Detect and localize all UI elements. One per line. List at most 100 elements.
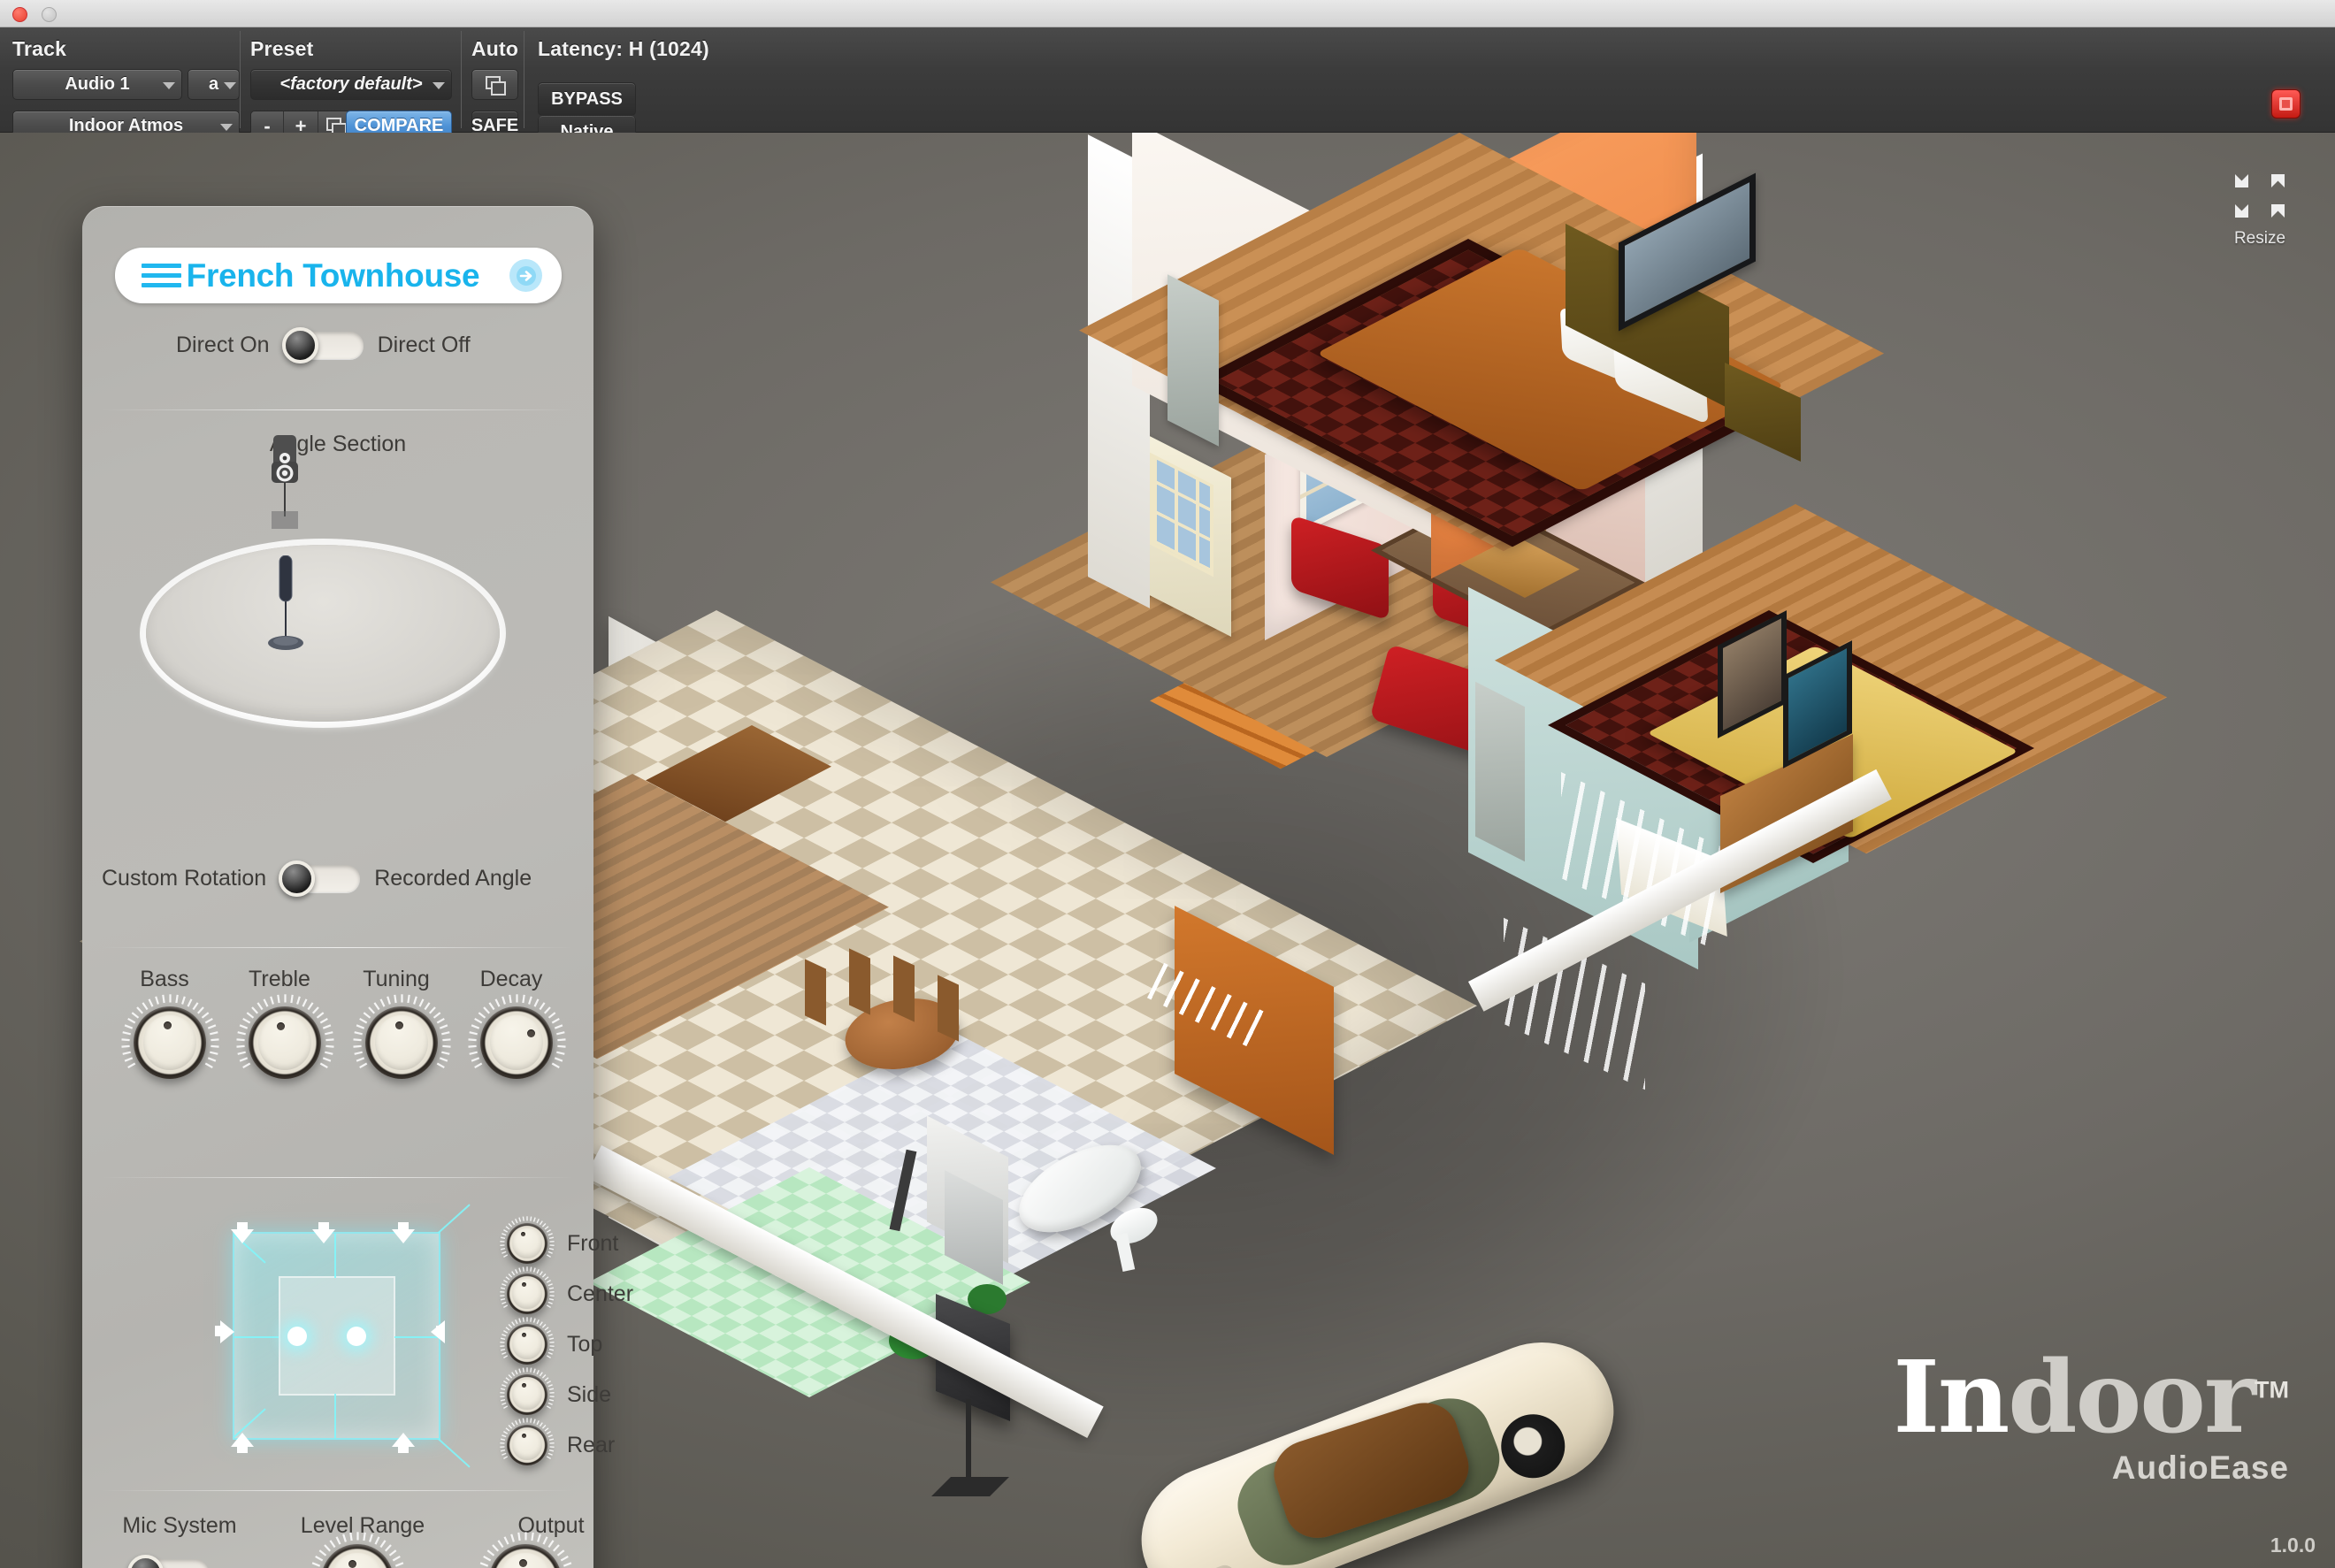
toolbar-divider (461, 31, 462, 128)
auto-copy-button[interactable] (471, 69, 518, 100)
section-divider (102, 409, 574, 410)
toggle-knob (279, 860, 316, 897)
knob-side[interactable] (500, 1367, 555, 1415)
direct-toggle-switch[interactable] (281, 327, 364, 363)
angle-section: Angle Section Custom Rotation Recorded A… (82, 432, 593, 945)
knob-face (490, 1014, 543, 1071)
channel-label-side: Side (567, 1381, 612, 1407)
product-name-suffix: door (2008, 1340, 2256, 1457)
angle-rotation-field[interactable] (146, 545, 500, 722)
knob-output[interactable] (479, 1531, 571, 1568)
knob-label-tuning: Tuning (363, 967, 430, 991)
recorded-angle-label: Recorded Angle (374, 866, 532, 891)
chevron-down-icon (163, 81, 175, 89)
latency-label: Latency: H (1024) (538, 37, 709, 60)
copy-icon (485, 75, 506, 96)
plugin-control-panel: French Townhouse Direct On Direct Off An… (82, 206, 633, 1568)
section-divider (102, 1490, 574, 1491)
channel-label-rear: Rear (567, 1432, 616, 1457)
knob-level-range[interactable] (311, 1531, 403, 1568)
knob-tuning[interactable] (353, 993, 451, 1079)
knob-label-treble: Treble (249, 967, 310, 991)
rotation-toggle-switch[interactable] (279, 860, 361, 897)
trademark-symbol: TM (2255, 1377, 2289, 1404)
channel-row-side: Side (500, 1367, 612, 1415)
window-minimize-button[interactable] (42, 7, 57, 22)
toolbar-divider (240, 31, 241, 128)
tone-knob-group: Bass Treble Tuning Decay (82, 967, 593, 1121)
bypass-button[interactable]: BYPASS (538, 82, 636, 116)
resize-label: Resize (2233, 229, 2286, 248)
speaker-marker-top-left (231, 1229, 254, 1243)
arrow-right-circle-icon[interactable] (509, 259, 542, 292)
preset-select-value: <factory default> (279, 74, 423, 94)
cube-led (287, 1327, 307, 1346)
cube-led (347, 1327, 366, 1346)
knob-face (258, 1014, 311, 1071)
knob-top[interactable] (500, 1317, 555, 1365)
collapse-arrows-icon (2233, 172, 2286, 224)
direct-off-label: Direct Off (377, 333, 471, 357)
channel-label-center: Center (567, 1281, 634, 1306)
product-name-prefix: In (1893, 1340, 2010, 1457)
channel-row-top: Top (500, 1317, 603, 1365)
knob-decay[interactable] (468, 993, 566, 1079)
window-close-button[interactable] (12, 7, 27, 22)
knob-center[interactable] (500, 1266, 555, 1314)
direct-on-label: Direct On (176, 333, 270, 357)
knob-label-bass: Bass (140, 967, 189, 991)
mic-system-toggle-switch[interactable] (127, 1555, 209, 1568)
knob-face (512, 1228, 542, 1259)
track-group-label: Track (12, 37, 67, 60)
record-square-icon (2279, 97, 2293, 111)
preset-selector-bar[interactable]: French Townhouse (115, 248, 562, 303)
knob-face (512, 1278, 542, 1310)
angle-section-title: Angle Section (269, 432, 407, 456)
bottom-control-group: Mic System AB MS Level Range Flat Natura… (82, 1504, 593, 1568)
speaker-marker-top-center (312, 1229, 335, 1243)
knob-front[interactable] (500, 1216, 555, 1264)
toggle-knob (127, 1555, 164, 1568)
channel-row-rear: Rear (500, 1418, 616, 1465)
knob-pointer (348, 1560, 356, 1568)
chevron-down-icon (220, 123, 233, 131)
knob-bass[interactable] (121, 993, 219, 1079)
hamburger-menu-icon[interactable] (142, 264, 181, 288)
track-select-button[interactable]: Audio 1 (12, 69, 182, 100)
auto-group-label: Auto (471, 37, 519, 60)
channel-label-top: Top (567, 1331, 603, 1357)
knob-face (512, 1429, 542, 1461)
section-divider (102, 947, 574, 948)
section-divider (102, 1177, 574, 1178)
preset-select-button[interactable]: <factory default> (250, 69, 452, 100)
preset-group-label: Preset (250, 37, 314, 60)
plugin-main-stage: Resize IndoorTM AudioEase 1.0.0 French T… (0, 133, 2335, 1568)
knob-label-decay: Decay (479, 967, 543, 991)
speaker-cube-icon[interactable] (215, 1204, 471, 1468)
track-select-value: Audio 1 (65, 74, 130, 94)
overhead-microphone-icon[interactable] (266, 435, 303, 532)
chevron-down-icon (224, 81, 236, 89)
knob-face (512, 1328, 542, 1360)
custom-rotation-label: Custom Rotation (102, 866, 267, 891)
track-letter-button[interactable]: a (188, 69, 240, 100)
resize-button[interactable]: Resize (2211, 172, 2308, 249)
window-titlebar (0, 0, 2335, 27)
knob-pointer (276, 1021, 285, 1030)
knob-face (512, 1379, 542, 1411)
knob-treble[interactable] (236, 993, 334, 1079)
brand-logo: IndoorTM AudioEase (1893, 1349, 2289, 1487)
knob-rear[interactable] (500, 1418, 555, 1465)
preset-title: French Townhouse (186, 256, 480, 294)
floor-microphone-stand-icon[interactable] (268, 555, 303, 662)
record-indicator-button[interactable] (2271, 89, 2301, 119)
version-label: 1.0.0 (2270, 1534, 2316, 1557)
track-letter-value: a (208, 74, 219, 94)
speaker-marker-top-right (392, 1229, 415, 1243)
channel-label-front: Front (567, 1230, 619, 1256)
rotation-toggle-row: Custom Rotation Recorded Angle (102, 860, 532, 897)
chevron-down-icon (433, 81, 445, 89)
speaker-cube-body (233, 1204, 471, 1468)
direct-toggle-row: Direct On Direct Off (176, 327, 471, 363)
plugin-toolbar: Track Preset Auto Latency: H (1024) Audi… (0, 27, 2335, 149)
